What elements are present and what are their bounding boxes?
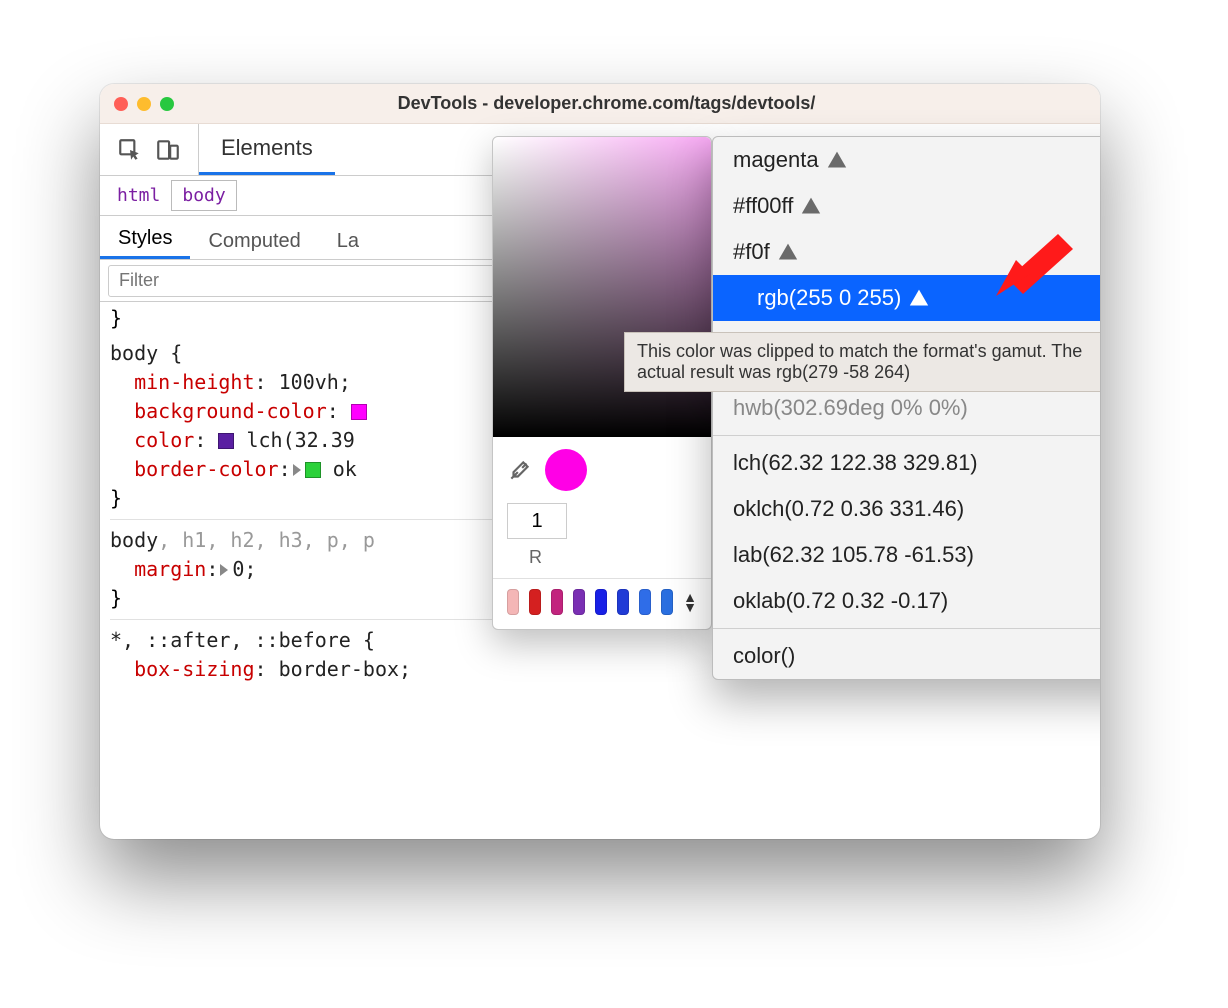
prop-color[interactable]: color bbox=[134, 428, 194, 452]
expand-shorthand-icon[interactable] bbox=[220, 564, 228, 576]
prop-box-sizing[interactable]: box-sizing bbox=[134, 657, 254, 681]
subtab-computed[interactable]: Computed bbox=[190, 230, 318, 259]
gamut-warning-icon bbox=[909, 288, 929, 308]
menu-separator bbox=[713, 628, 1100, 629]
device-toolbar-icon[interactable] bbox=[154, 136, 182, 164]
titlebar: DevTools - developer.chrome.com/tags/dev… bbox=[100, 84, 1100, 124]
color-swatch-icon[interactable] bbox=[218, 433, 234, 449]
gamut-warning-icon bbox=[801, 196, 821, 216]
selector-body-multi[interactable]: body bbox=[110, 528, 158, 552]
annotation-arrow-icon bbox=[988, 224, 1078, 309]
tab-elements[interactable]: Elements bbox=[199, 124, 335, 175]
palette-row: ▲▼ bbox=[493, 578, 711, 629]
channel-label: R bbox=[507, 547, 697, 568]
breadcrumb-html[interactable]: html bbox=[106, 180, 171, 211]
palette-swatch[interactable] bbox=[507, 589, 519, 615]
format-item-colorfn[interactable]: color()▶ bbox=[713, 633, 1100, 679]
inspect-element-icon[interactable] bbox=[116, 136, 144, 164]
palette-swatch[interactable] bbox=[595, 589, 607, 615]
format-item[interactable]: lab(62.32 105.78 -61.53) bbox=[713, 532, 1100, 578]
format-item[interactable]: oklab(0.72 0.32 -0.17) bbox=[713, 578, 1100, 624]
gamut-warning-icon bbox=[778, 242, 798, 262]
palette-swatch[interactable] bbox=[573, 589, 585, 615]
palette-swatch[interactable] bbox=[551, 589, 563, 615]
current-color-swatch[interactable] bbox=[545, 449, 587, 491]
subtab-styles[interactable]: Styles bbox=[100, 227, 190, 259]
gamut-tooltip: This color was clipped to match the form… bbox=[624, 332, 1100, 392]
color-swatch-icon[interactable] bbox=[351, 404, 367, 420]
palette-swatch[interactable] bbox=[529, 589, 541, 615]
palette-swatch[interactable] bbox=[617, 589, 629, 615]
palette-swatch[interactable] bbox=[639, 589, 651, 615]
devtools-window: DevTools - developer.chrome.com/tags/dev… bbox=[100, 84, 1100, 839]
prop-background-color[interactable]: background-color bbox=[134, 399, 327, 423]
color-swatch-icon[interactable] bbox=[305, 462, 321, 478]
eyedropper-icon[interactable] bbox=[507, 457, 533, 483]
traffic-light-close[interactable] bbox=[114, 97, 128, 111]
palette-stepper-icon[interactable]: ▲▼ bbox=[683, 592, 697, 612]
format-item[interactable]: magenta bbox=[713, 137, 1100, 183]
color-format-menu: magenta #ff00ff #f0f rgb(255 0 255) hwb(… bbox=[712, 136, 1100, 680]
saturation-value-area[interactable] bbox=[493, 137, 711, 437]
prop-border-color[interactable]: border-color bbox=[134, 457, 279, 481]
expand-shorthand-icon[interactable] bbox=[293, 464, 301, 476]
subtab-layout[interactable]: La bbox=[319, 230, 377, 259]
format-item[interactable]: lch(62.32 122.38 329.81) bbox=[713, 440, 1100, 486]
breadcrumb-body[interactable]: body bbox=[171, 180, 236, 211]
alpha-value[interactable]: 1 bbox=[507, 503, 567, 539]
prop-margin[interactable]: margin bbox=[134, 557, 206, 581]
format-item[interactable]: oklch(0.72 0.36 331.46) bbox=[713, 486, 1100, 532]
window-title: DevTools - developer.chrome.com/tags/dev… bbox=[127, 93, 1086, 114]
format-item[interactable]: #ff00ff bbox=[713, 183, 1100, 229]
menu-separator bbox=[713, 435, 1100, 436]
palette-swatch[interactable] bbox=[661, 589, 673, 615]
prop-min-height[interactable]: min-height bbox=[134, 370, 254, 394]
gamut-warning-icon bbox=[827, 150, 847, 170]
